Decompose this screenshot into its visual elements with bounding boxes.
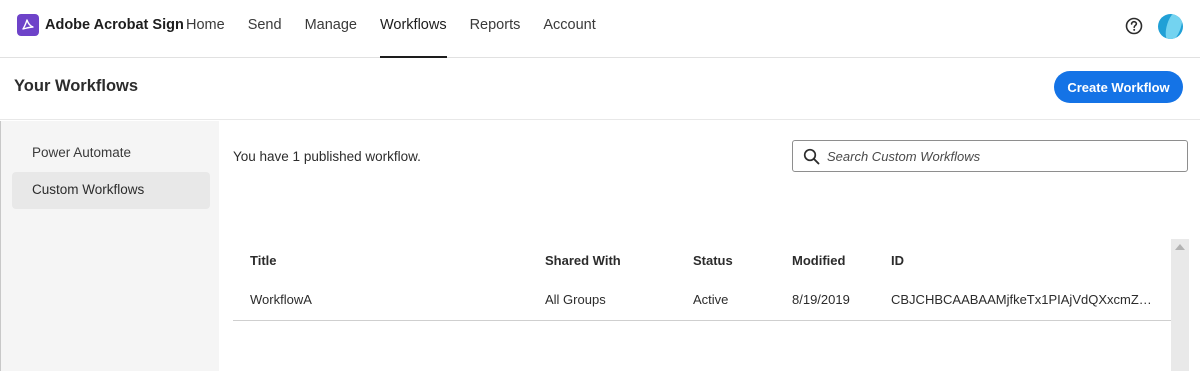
table-row[interactable]: WorkflowA All Groups Active 8/19/2019 CB… xyxy=(233,283,1171,321)
sidebar-item-power-automate[interactable]: Power Automate xyxy=(12,135,210,172)
nav-manage[interactable]: Manage xyxy=(305,0,357,58)
avatar[interactable] xyxy=(1158,14,1183,39)
sidebar: Power Automate Custom Workflows xyxy=(0,121,219,371)
create-workflow-button[interactable]: Create Workflow xyxy=(1054,71,1183,103)
acrobat-logo-icon[interactable] xyxy=(17,14,39,36)
search-input[interactable] xyxy=(827,141,1182,171)
cell-status: Active xyxy=(693,292,729,307)
nav-reports[interactable]: Reports xyxy=(470,0,521,58)
brand-name[interactable]: Adobe Acrobat Sign xyxy=(45,17,184,33)
workflows-table: Title Shared With Status Modified ID Wor… xyxy=(233,239,1171,321)
column-header-status[interactable]: Status xyxy=(693,253,733,268)
workflow-count-text: You have 1 published workflow. xyxy=(233,149,421,164)
main-nav: Home Send Manage Workflows Reports Accou… xyxy=(186,0,619,58)
page-header: Your Workflows Create Workflow xyxy=(0,58,1200,120)
sidebar-item-custom-workflows[interactable]: Custom Workflows xyxy=(12,172,210,209)
scroll-up-arrow-icon[interactable] xyxy=(1175,244,1185,250)
main-content: You have 1 published workflow. Title Sha… xyxy=(219,121,1200,371)
nav-home[interactable]: Home xyxy=(186,0,225,58)
nav-account[interactable]: Account xyxy=(543,0,595,58)
cell-modified: 8/19/2019 xyxy=(792,292,850,307)
cell-id: CBJCHBCAABAAMjfkeTx1PIAjVdQXxcmZvEW... xyxy=(891,292,1153,307)
cell-title[interactable]: WorkflowA xyxy=(250,292,312,307)
top-navbar: Adobe Acrobat Sign Home Send Manage Work… xyxy=(0,0,1200,58)
column-header-shared-with[interactable]: Shared With xyxy=(545,253,621,268)
column-header-modified[interactable]: Modified xyxy=(792,253,845,268)
nav-send[interactable]: Send xyxy=(248,0,282,58)
search-icon xyxy=(803,148,820,165)
page-title: Your Workflows xyxy=(14,77,139,95)
cell-shared-with: All Groups xyxy=(545,292,606,307)
nav-workflows[interactable]: Workflows xyxy=(379,0,447,58)
help-icon[interactable] xyxy=(1125,17,1143,35)
search-box[interactable] xyxy=(792,140,1188,172)
column-header-title[interactable]: Title xyxy=(250,253,277,268)
table-scrollbar[interactable] xyxy=(1171,239,1189,371)
table-header: Title Shared With Status Modified ID xyxy=(233,239,1171,283)
column-header-id[interactable]: ID xyxy=(891,253,1153,268)
